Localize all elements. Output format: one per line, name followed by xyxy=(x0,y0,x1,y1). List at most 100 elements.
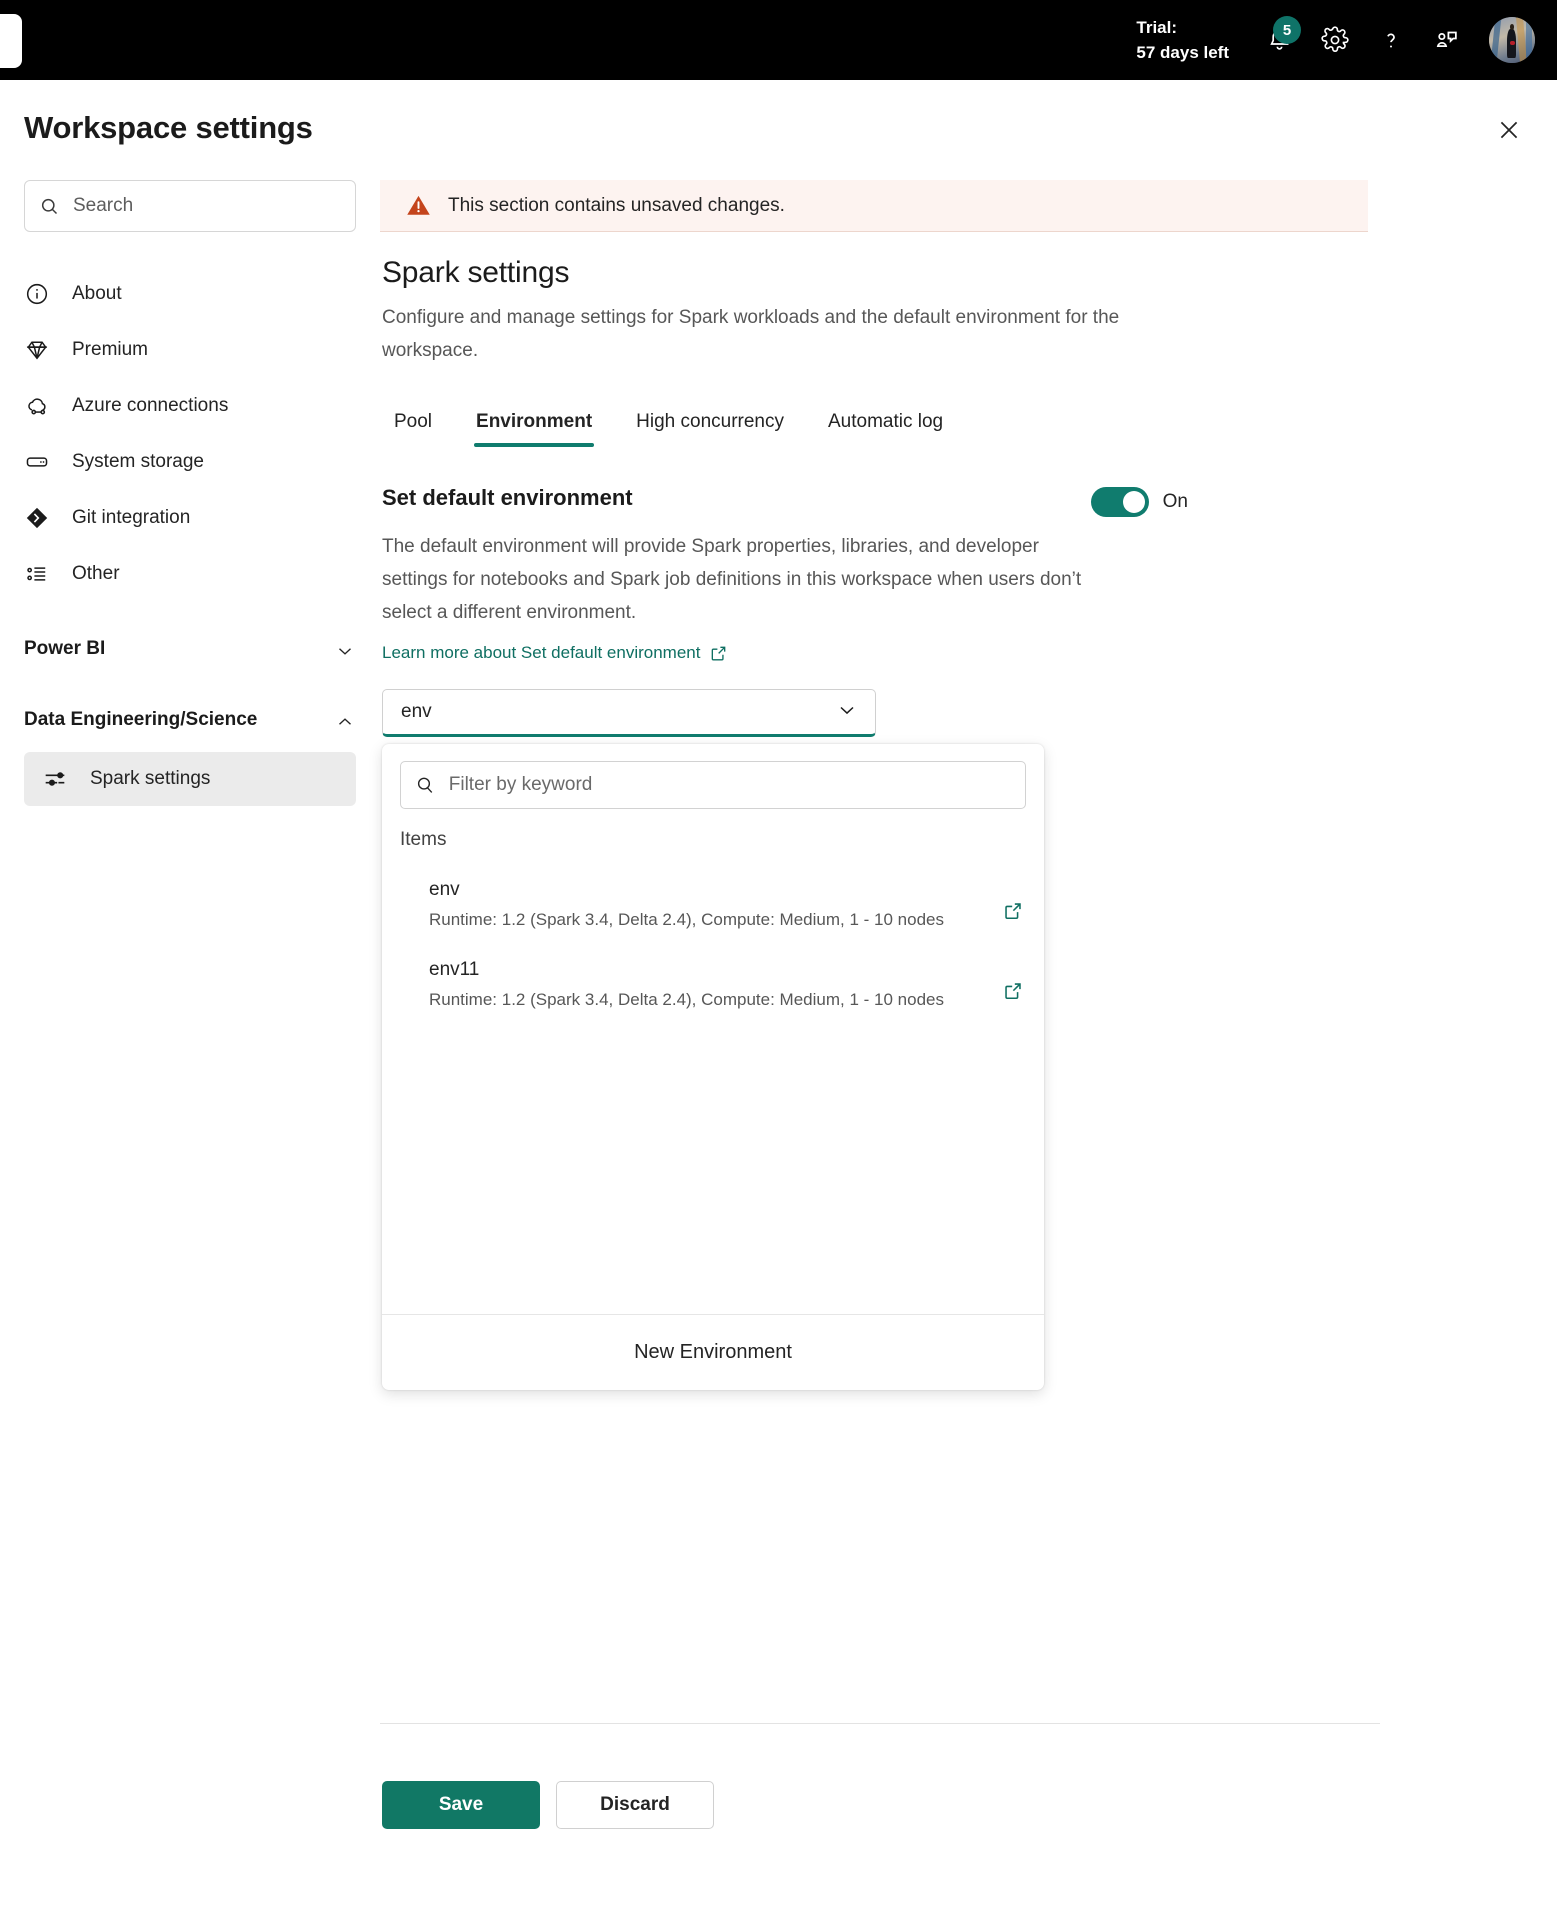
list-item-name: env xyxy=(429,879,460,900)
git-icon xyxy=(24,505,58,531)
external-link-icon xyxy=(712,646,726,661)
sidebar-group-data-engineering: Data Engineering/Science Spark settings xyxy=(0,699,380,806)
sidebar-item-system-storage[interactable]: System storage xyxy=(0,434,356,490)
footer-actions: Save Discard xyxy=(382,1781,714,1829)
chevron-down-icon xyxy=(835,698,859,727)
list-icon xyxy=(24,561,58,587)
settings-tabs: Pool Environment High concurrency Automa… xyxy=(382,411,1380,447)
dropdown-filter-input[interactable] xyxy=(448,774,1011,796)
sidebar-nav-list: About Premium Azure connections System s… xyxy=(0,266,380,602)
tab-environment[interactable]: Environment xyxy=(454,411,614,447)
diamond-icon xyxy=(24,337,58,363)
open-item-button[interactable] xyxy=(1002,980,1024,1007)
sidebar-item-label: Azure connections xyxy=(72,395,229,416)
section-description: Configure and manage settings for Spark … xyxy=(382,307,1120,361)
avatar-figure-bag xyxy=(1510,40,1515,46)
sidebar-item-premium[interactable]: Premium xyxy=(0,322,356,378)
list-item-content: env11 Runtime: 1.2 (Spark 3.4, Delta 2.4… xyxy=(429,956,996,1014)
list-item-name: env11 xyxy=(429,959,480,980)
sidebar-item-label: Spark settings xyxy=(90,768,211,789)
tab-high-concurrency[interactable]: High concurrency xyxy=(614,411,806,447)
new-environment-button[interactable]: New Environment xyxy=(382,1314,1044,1390)
external-link-icon xyxy=(1005,983,1021,1000)
toggle-state-label: On xyxy=(1162,491,1188,512)
info-circle-icon xyxy=(24,281,58,307)
cloud-link-icon xyxy=(24,393,58,419)
sliders-icon xyxy=(42,766,76,792)
open-item-button[interactable] xyxy=(1002,900,1024,927)
sidebar-item-spark-settings[interactable]: Spark settings xyxy=(24,752,356,806)
sidebar-item-label: Git integration xyxy=(72,507,191,528)
tab-automatic-log[interactable]: Automatic log xyxy=(806,411,965,447)
sidebar-group-data-engineering-header[interactable]: Data Engineering/Science xyxy=(24,699,356,744)
sidebar-item-label: About xyxy=(72,283,122,304)
unsaved-changes-alert: This section contains unsaved changes. xyxy=(380,180,1368,232)
sidebar-item-label: Premium xyxy=(72,339,149,360)
save-button[interactable]: Save xyxy=(382,1781,540,1829)
avatar[interactable] xyxy=(1489,17,1535,63)
avatar-decoration xyxy=(1525,17,1533,63)
dropdown-filter-field[interactable] xyxy=(400,761,1026,809)
trial-label: Trial: xyxy=(1136,18,1178,37)
gear-icon xyxy=(1321,26,1349,52)
settings-content: This section contains unsaved changes. S… xyxy=(380,180,1380,1390)
feedback-button[interactable] xyxy=(1419,12,1475,68)
notifications-badge: 5 xyxy=(1273,16,1301,44)
sidebar-group-label: Data Engineering/Science xyxy=(24,709,258,730)
list-item-detail: Runtime: 1.2 (Spark 3.4, Delta 2.4), Com… xyxy=(429,910,944,929)
question-mark-icon xyxy=(1387,33,1395,48)
discard-button[interactable]: Discard xyxy=(556,1781,714,1829)
external-link-icon xyxy=(1005,903,1021,920)
notifications-button[interactable]: 5 xyxy=(1251,12,1307,68)
sidebar-group-power-bi: Power BI xyxy=(0,628,380,673)
list-item[interactable]: env Runtime: 1.2 (Spark 3.4, Delta 2.4),… xyxy=(382,865,1044,945)
top-app-bar: Trial: 57 days left 5 xyxy=(0,0,1557,80)
page-title: Workspace settings xyxy=(24,110,313,145)
warning-triangle-icon xyxy=(407,195,430,215)
setting-description: The default environment will provide Spa… xyxy=(382,536,1082,623)
tab-pool[interactable]: Pool xyxy=(382,411,454,447)
help-button[interactable] xyxy=(1363,12,1419,68)
environment-combobox[interactable]: env xyxy=(382,689,876,737)
search-icon xyxy=(417,777,433,793)
footer-divider xyxy=(380,1723,1380,1724)
app-logo-tab[interactable] xyxy=(0,14,22,68)
settings-sidebar: About Premium Azure connections xyxy=(0,180,380,806)
toggle-knob xyxy=(1122,491,1145,513)
trial-status: Trial: 57 days left xyxy=(1136,15,1229,65)
sidebar-item-git-integration[interactable]: Git integration xyxy=(0,490,356,546)
search-icon xyxy=(41,198,58,214)
dropdown-group-label: Items xyxy=(400,829,447,850)
close-icon xyxy=(1500,121,1518,139)
environment-selector-area: env Items env Runtime: xyxy=(382,689,1380,1390)
dropdown-items-list[interactable]: env Runtime: 1.2 (Spark 3.4, Delta 2.4),… xyxy=(382,851,1044,1314)
trial-days-left: 57 days left xyxy=(1136,43,1229,62)
list-item-detail: Runtime: 1.2 (Spark 3.4, Delta 2.4), Com… xyxy=(429,990,944,1009)
sidebar-item-label: Other xyxy=(72,563,120,584)
set-default-environment-row: Set default environment On xyxy=(382,485,1188,517)
section-title: Spark settings xyxy=(382,256,570,289)
app-bar-actions: Trial: 57 days left 5 xyxy=(1136,0,1535,80)
close-button[interactable] xyxy=(1483,104,1535,156)
learn-more-label: Learn more about Set default environment xyxy=(382,643,701,662)
environment-dropdown-panel: Items env Runtime: 1.2 (Spark 3.4, Delta… xyxy=(382,744,1044,1390)
sidebar-item-other[interactable]: Other xyxy=(0,546,356,602)
chevron-down-icon xyxy=(334,634,356,667)
search-input[interactable] xyxy=(73,195,341,217)
feedback-icon xyxy=(1436,31,1457,47)
list-item-content: env Runtime: 1.2 (Spark 3.4, Delta 2.4),… xyxy=(429,876,996,934)
setting-title: Set default environment xyxy=(382,485,633,510)
settings-button[interactable] xyxy=(1307,12,1363,68)
sidebar-item-azure-connections[interactable]: Azure connections xyxy=(0,378,356,434)
learn-more-link[interactable]: Learn more about Set default environment xyxy=(382,643,728,663)
storage-icon xyxy=(24,449,58,475)
default-environment-toggle[interactable] xyxy=(1090,487,1149,517)
alert-message: This section contains unsaved changes. xyxy=(448,194,785,216)
combobox-value: env xyxy=(401,701,432,722)
sidebar-item-about[interactable]: About xyxy=(0,266,356,322)
sidebar-item-label: System storage xyxy=(72,451,204,472)
sidebar-group-label: Power BI xyxy=(24,638,106,659)
list-item[interactable]: env11 Runtime: 1.2 (Spark 3.4, Delta 2.4… xyxy=(382,945,1044,1025)
sidebar-group-power-bi-header[interactable]: Power BI xyxy=(24,628,356,673)
sidebar-search[interactable] xyxy=(24,180,356,232)
